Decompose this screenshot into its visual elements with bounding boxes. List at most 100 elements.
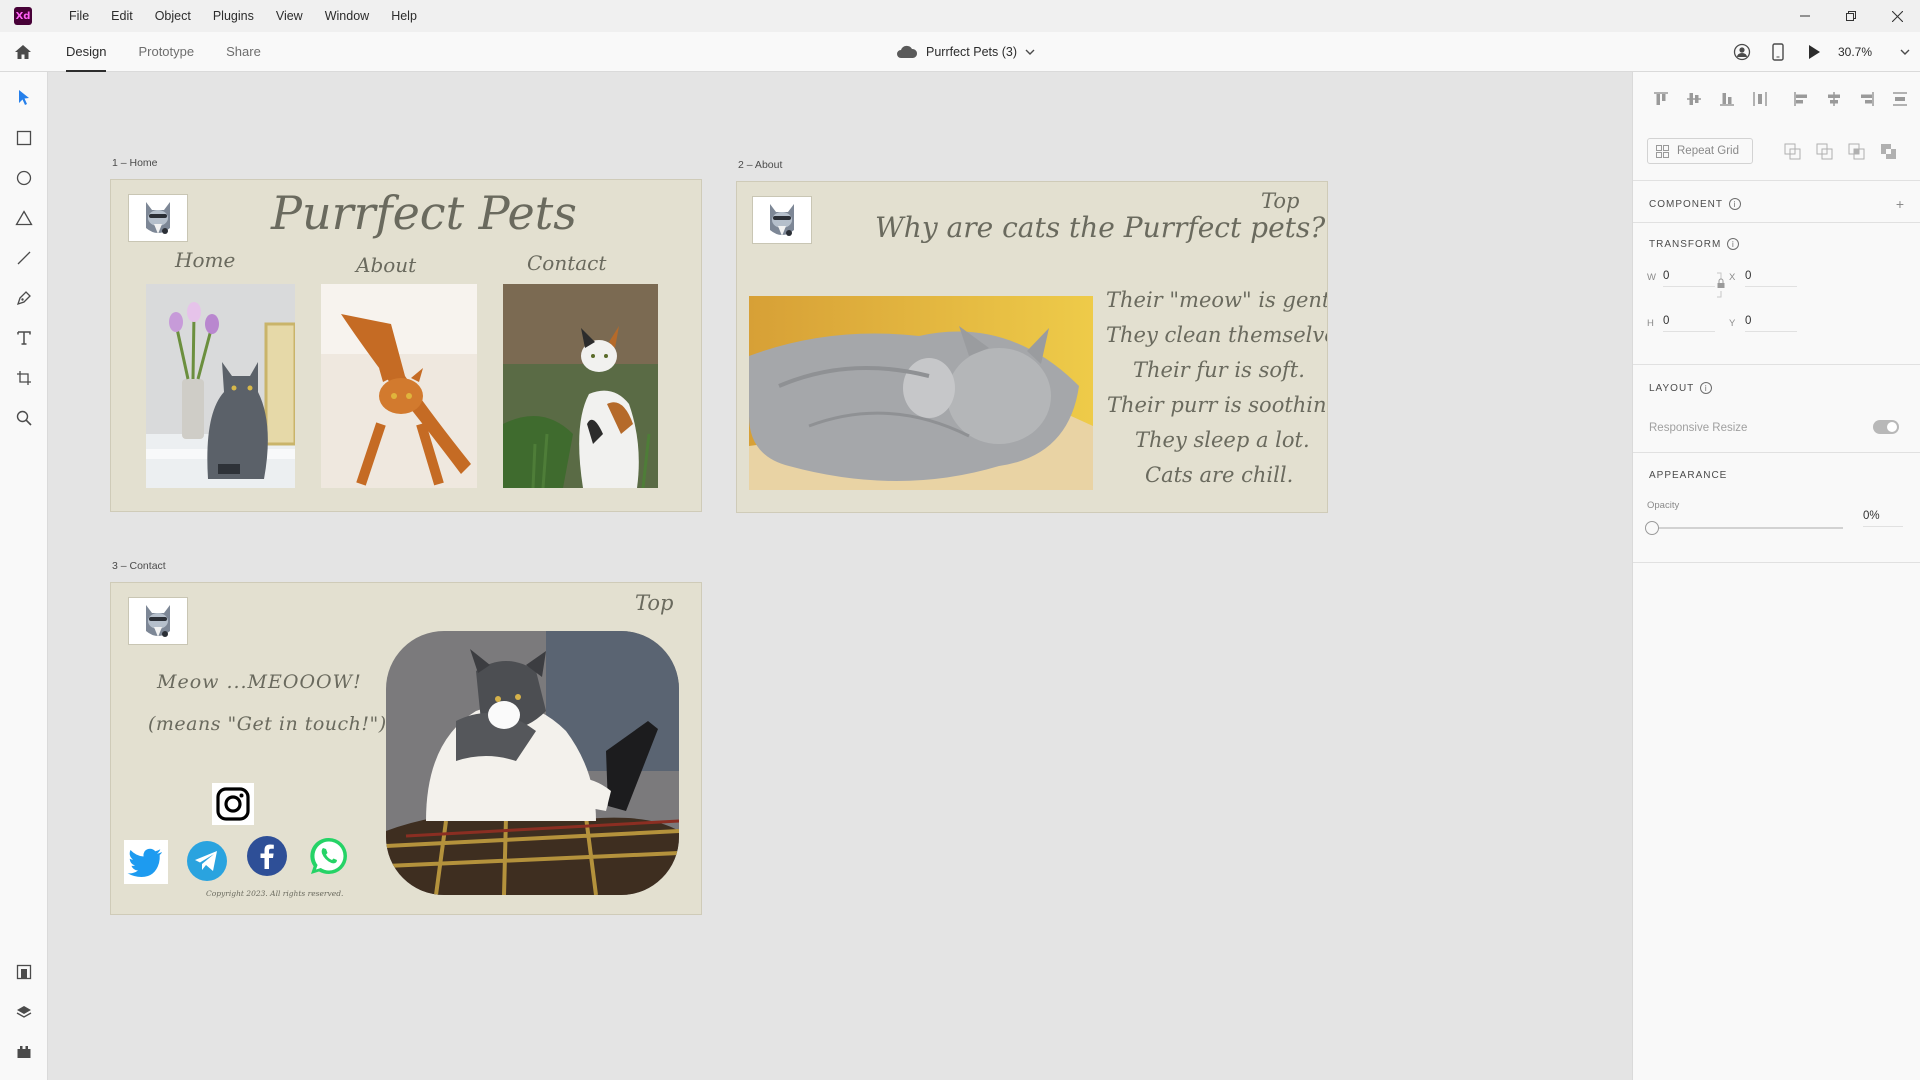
tab-design[interactable]: Design [66, 32, 122, 72]
zoom-dropdown[interactable] [1890, 32, 1920, 72]
divider [1633, 562, 1920, 563]
close-window-button[interactable] [1874, 0, 1920, 32]
menu-object[interactable]: Object [144, 0, 202, 32]
layers-panel-button[interactable] [12, 1000, 36, 1024]
distribute-vertical-button[interactable] [1748, 88, 1771, 110]
whatsapp-link[interactable] [308, 835, 350, 877]
home-icon [15, 45, 31, 59]
twitter-link[interactable] [124, 840, 168, 884]
line-tool[interactable] [12, 246, 36, 270]
plugins-panel-button[interactable] [12, 1040, 36, 1064]
artboard-contact[interactable]: Top Meow ...MEOOOW! (means "Get in touch… [110, 582, 702, 915]
home-nav-image-ginger-cat[interactable] [321, 284, 477, 488]
menu-help[interactable]: Help [380, 0, 428, 32]
info-icon[interactable]: i [1700, 382, 1713, 394]
invite-user-button[interactable] [1724, 32, 1760, 72]
menu-file[interactable]: File [58, 0, 100, 32]
align-bottom-button[interactable] [1715, 88, 1738, 110]
top-link[interactable]: Top [1261, 189, 1299, 213]
height-field[interactable]: 0 [1663, 315, 1715, 332]
twitter-bird-icon [127, 848, 162, 877]
telegram-icon [187, 841, 227, 881]
text-icon [17, 331, 31, 345]
home-nav-image-gray-cat[interactable] [146, 284, 295, 488]
site-logo [128, 194, 188, 242]
artboard-home[interactable]: Purrfect Pets Home About Contact [110, 179, 702, 512]
component-section-header: COMPONENT i + [1649, 196, 1905, 212]
opacity-slider-track[interactable] [1655, 527, 1843, 529]
x-field[interactable]: 0 [1745, 270, 1797, 287]
menu-plugins[interactable]: Plugins [202, 0, 265, 32]
responsive-resize-toggle[interactable] [1873, 420, 1899, 434]
align-left-icon [1793, 92, 1807, 106]
home-button[interactable] [12, 41, 34, 63]
home-nav-image-calico-cat[interactable] [503, 284, 658, 488]
about-heading: Why are cats the Purrfect pets? [875, 211, 1326, 244]
tab-share[interactable]: Share [226, 32, 277, 72]
align-top-button[interactable] [1649, 88, 1672, 110]
rectangle-tool[interactable] [12, 126, 36, 150]
minimize-button[interactable] [1782, 0, 1828, 32]
nav-link-about[interactable]: About [356, 253, 416, 277]
artboard-label-about[interactable]: 2 – About [738, 159, 782, 171]
boolean-add-icon[interactable] [1783, 142, 1803, 162]
design-canvas[interactable]: 1 – Home Purrfect Pets Home About Contac… [48, 72, 1632, 1080]
facebook-link[interactable] [246, 835, 288, 877]
select-tool[interactable] [12, 86, 36, 110]
document-title[interactable]: Purrfect Pets (3) [896, 32, 1035, 72]
menu-edit[interactable]: Edit [100, 0, 144, 32]
boolean-subtract-icon[interactable] [1815, 142, 1835, 162]
reason-item: Cats are chill. [1145, 463, 1294, 487]
reason-item: They sleep a lot. [1135, 428, 1310, 452]
instagram-link[interactable] [212, 783, 254, 825]
assets-panel-button[interactable] [12, 960, 36, 984]
reason-item: Their "meow" is gentle. [1106, 288, 1327, 312]
divider [1633, 180, 1920, 181]
artboard-tool[interactable] [12, 366, 36, 390]
artboard-about[interactable]: Top Why are cats the Purrfect pets? Thei… [736, 181, 1328, 513]
opacity-slider-thumb[interactable] [1645, 521, 1659, 535]
appearance-section-header: APPEARANCE [1649, 470, 1727, 481]
zoom-tool[interactable] [12, 406, 36, 430]
align-middle-icon [1686, 93, 1701, 105]
lock-aspect-icon[interactable] [1715, 272, 1725, 298]
polygon-tool[interactable] [12, 206, 36, 230]
artboard-label-home[interactable]: 1 – Home [112, 157, 158, 169]
whatsapp-icon [310, 837, 347, 874]
repeat-grid-button[interactable]: Repeat Grid [1647, 138, 1753, 164]
nav-link-contact[interactable]: Contact [527, 251, 606, 275]
menu-window[interactable]: Window [314, 0, 380, 32]
boolean-intersect-icon[interactable] [1847, 142, 1867, 162]
nav-link-home[interactable]: Home [175, 248, 235, 272]
opacity-field[interactable]: 0% [1863, 510, 1903, 527]
align-left-button[interactable] [1789, 88, 1812, 110]
width-field[interactable]: 0 [1663, 270, 1715, 287]
align-middle-button[interactable] [1682, 88, 1705, 110]
top-link[interactable]: Top [635, 591, 673, 615]
restore-button[interactable] [1828, 0, 1874, 32]
boolean-exclude-icon[interactable] [1879, 142, 1899, 162]
artboard-label-contact[interactable]: 3 – Contact [112, 560, 166, 572]
line-icon [17, 251, 31, 265]
zoom-level[interactable]: 30.7% [1838, 45, 1890, 59]
magnifier-icon [16, 410, 32, 426]
distribute-horizontal-icon [1892, 92, 1907, 106]
toolbar-right: 30.7% [1724, 32, 1920, 72]
device-preview-button[interactable] [1760, 32, 1796, 72]
plugin-icon [17, 1046, 31, 1058]
info-icon[interactable]: i [1727, 238, 1740, 250]
ellipse-tool[interactable] [12, 166, 36, 190]
divider [1633, 222, 1920, 223]
pen-tool[interactable] [12, 286, 36, 310]
play-preview-button[interactable] [1796, 32, 1832, 72]
info-icon[interactable]: i [1729, 198, 1741, 210]
align-right-button[interactable] [1855, 88, 1878, 110]
menu-view[interactable]: View [265, 0, 314, 32]
add-component-button[interactable]: + [1896, 196, 1905, 212]
text-tool[interactable] [12, 326, 36, 350]
telegram-link[interactable] [186, 840, 228, 882]
y-field[interactable]: 0 [1745, 315, 1797, 332]
distribute-horizontal-button[interactable] [1888, 88, 1911, 110]
align-center-button[interactable] [1822, 88, 1845, 110]
tab-prototype[interactable]: Prototype [138, 32, 210, 72]
